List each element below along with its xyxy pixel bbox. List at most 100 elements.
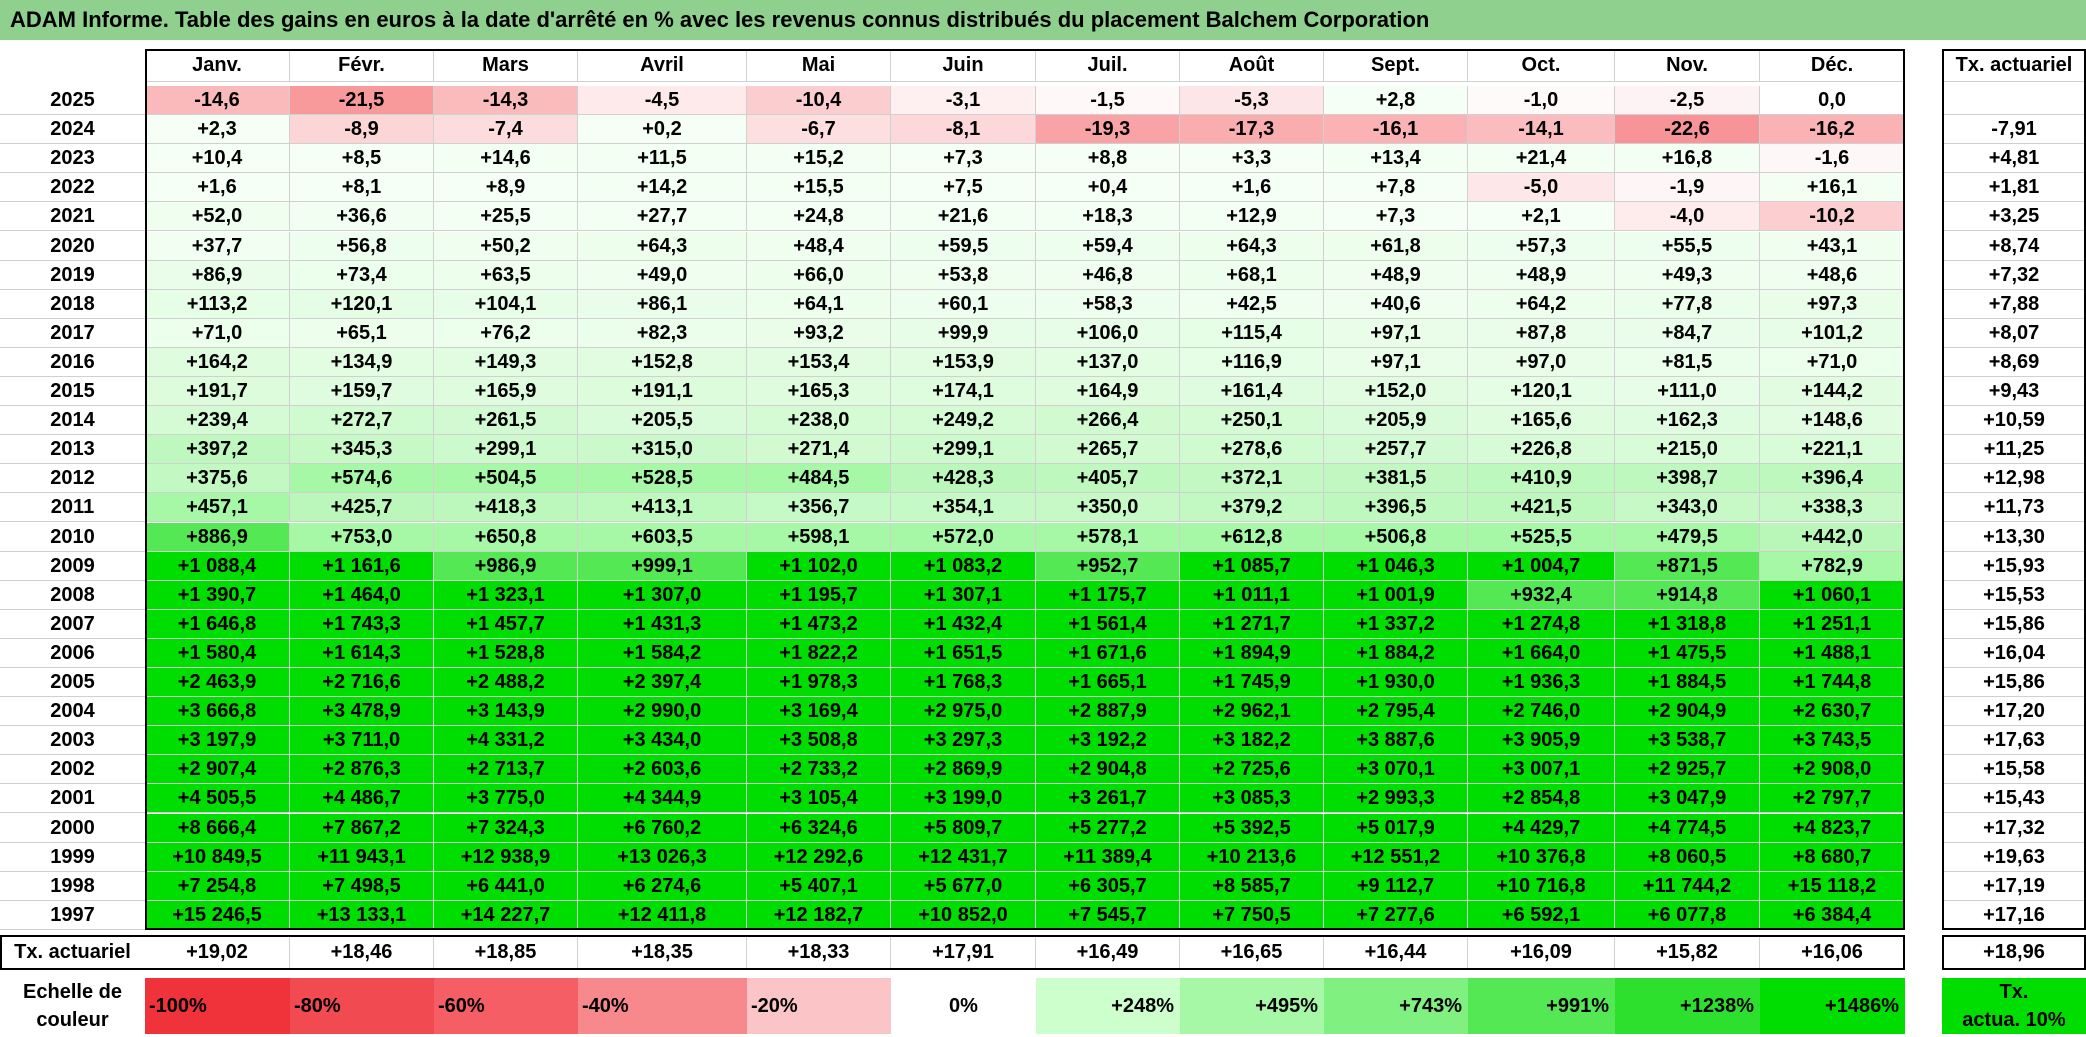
heatmap-cell: +165,9 bbox=[434, 377, 578, 407]
heatmap-cell: +1 651,5 bbox=[891, 638, 1036, 668]
heatmap-cell: +428,3 bbox=[891, 464, 1036, 494]
heatmap-cell: +99,9 bbox=[891, 318, 1036, 348]
heatmap-cell: +12 292,6 bbox=[747, 842, 891, 872]
heatmap-cell: +3 070,1 bbox=[1324, 755, 1468, 785]
heatmap-cell: +914,8 bbox=[1615, 580, 1760, 610]
month-header: Juin bbox=[891, 49, 1036, 82]
heatmap-cell: +3 143,9 bbox=[434, 697, 578, 727]
heatmap-cell: -10,4 bbox=[747, 86, 891, 116]
heatmap-cell: +16,8 bbox=[1615, 144, 1760, 174]
heatmap-cell: +278,6 bbox=[1180, 435, 1324, 465]
heatmap-cell: +239,4 bbox=[145, 406, 290, 436]
heatmap-cell: +265,7 bbox=[1036, 435, 1180, 465]
heatmap-cell: +191,1 bbox=[578, 377, 747, 407]
heatmap-cell: +57,3 bbox=[1468, 231, 1615, 261]
month-header: Avril bbox=[578, 49, 747, 82]
heatmap-cell: +15 118,2 bbox=[1760, 871, 1905, 901]
heatmap-cell: +2 975,0 bbox=[891, 697, 1036, 727]
heatmap-cell: +372,1 bbox=[1180, 464, 1324, 494]
heatmap-cell: +7 750,5 bbox=[1180, 900, 1324, 930]
heatmap-cell: +3 711,0 bbox=[290, 726, 434, 756]
heatmap-cell: +1 646,8 bbox=[145, 609, 290, 639]
heatmap-cell: +2,8 bbox=[1324, 86, 1468, 116]
annual-rate: +17,32 bbox=[1942, 813, 2086, 843]
heatmap-cell: +5 017,9 bbox=[1324, 813, 1468, 843]
heatmap-cell: +405,7 bbox=[1036, 464, 1180, 494]
heatmap-cell: +65,1 bbox=[290, 318, 434, 348]
footer-rate: +18,33 bbox=[747, 934, 891, 970]
heatmap-cell: +10 852,0 bbox=[891, 900, 1036, 930]
heatmap-cell: +164,9 bbox=[1036, 377, 1180, 407]
heatmap-cell: +379,2 bbox=[1180, 493, 1324, 523]
heatmap-cell: +3 261,7 bbox=[1036, 784, 1180, 814]
annual-rate: +17,16 bbox=[1942, 900, 2086, 930]
scale-swatch: -100% bbox=[145, 978, 290, 1034]
heatmap-cell: +986,9 bbox=[434, 551, 578, 581]
year-label: 2005 bbox=[0, 668, 145, 698]
heatmap-cell: +7 545,7 bbox=[1036, 900, 1180, 930]
heatmap-cell: +43,1 bbox=[1760, 231, 1905, 261]
footer-label: Tx. actuariel bbox=[0, 934, 145, 970]
heatmap-cell: +2 925,7 bbox=[1615, 755, 1760, 785]
annual-rate: +16,04 bbox=[1942, 638, 2086, 668]
heatmap-cell: +572,0 bbox=[891, 522, 1036, 552]
year-label: 2022 bbox=[0, 173, 145, 203]
heatmap-cell: +6 760,2 bbox=[578, 813, 747, 843]
annual-rate: +10,59 bbox=[1942, 406, 2086, 436]
heatmap-cell: +14 227,7 bbox=[434, 900, 578, 930]
heatmap-cell: +1 743,3 bbox=[290, 609, 434, 639]
annual-rate: +17,63 bbox=[1942, 726, 2086, 756]
heatmap-cell: +8,8 bbox=[1036, 144, 1180, 174]
heatmap-cell: +64,3 bbox=[1180, 231, 1324, 261]
heatmap-cell: +15 246,5 bbox=[145, 900, 290, 930]
heatmap-cell: +2,1 bbox=[1468, 202, 1615, 232]
heatmap-cell: +1 768,3 bbox=[891, 668, 1036, 698]
heatmap-cell: +12 411,8 bbox=[578, 900, 747, 930]
year-label: 2011 bbox=[0, 493, 145, 523]
heatmap-cell: +4 823,7 bbox=[1760, 813, 1905, 843]
heatmap-cell: +11 744,2 bbox=[1615, 871, 1760, 901]
scale-label-line2: couleur bbox=[36, 1009, 109, 1031]
heatmap-cell: +13,4 bbox=[1324, 144, 1468, 174]
heatmap-cell: +97,1 bbox=[1324, 318, 1468, 348]
year-label: 2009 bbox=[0, 551, 145, 581]
heatmap-cell: -5,3 bbox=[1180, 86, 1324, 116]
year-label: 2001 bbox=[0, 784, 145, 814]
heatmap-cell: +59,5 bbox=[891, 231, 1036, 261]
heatmap-cell: +1 195,7 bbox=[747, 580, 891, 610]
heatmap-cell: +12 551,2 bbox=[1324, 842, 1468, 872]
heatmap-cell: +48,9 bbox=[1324, 260, 1468, 290]
heatmap-cell: +528,5 bbox=[578, 464, 747, 494]
heatmap-cell: +315,0 bbox=[578, 435, 747, 465]
heatmap-cell: +2 887,9 bbox=[1036, 697, 1180, 727]
annual-rate: -7,91 bbox=[1942, 115, 2086, 145]
heatmap-cell: +1 745,9 bbox=[1180, 668, 1324, 698]
heatmap-cell: +21,6 bbox=[891, 202, 1036, 232]
heatmap-cell: +375,6 bbox=[145, 464, 290, 494]
heatmap-cell: +5 277,2 bbox=[1036, 813, 1180, 843]
footer-rate: +16,49 bbox=[1036, 934, 1180, 970]
heatmap-cell: +257,7 bbox=[1324, 435, 1468, 465]
heatmap-cell: +14,2 bbox=[578, 173, 747, 203]
scale-extra-line1: Tx. bbox=[1942, 978, 2086, 1006]
heatmap-cell: +261,5 bbox=[434, 406, 578, 436]
year-label: 2000 bbox=[0, 813, 145, 843]
annual-rate: +1,81 bbox=[1942, 173, 2086, 203]
annual-rate: +9,43 bbox=[1942, 377, 2086, 407]
heatmap-cell: +2,3 bbox=[145, 115, 290, 145]
heatmap-cell: +1 083,2 bbox=[891, 551, 1036, 581]
heatmap-cell: -22,6 bbox=[1615, 115, 1760, 145]
year-label: 2015 bbox=[0, 377, 145, 407]
heatmap-cell: +59,4 bbox=[1036, 231, 1180, 261]
year-label: 2006 bbox=[0, 638, 145, 668]
heatmap-cell: +3 434,0 bbox=[578, 726, 747, 756]
heatmap-cell: +134,9 bbox=[290, 347, 434, 377]
heatmap-cell: +66,0 bbox=[747, 260, 891, 290]
heatmap-cell: +1 473,2 bbox=[747, 609, 891, 639]
heatmap-cell: -14,1 bbox=[1468, 115, 1615, 145]
heatmap-cell: +1 936,3 bbox=[1468, 668, 1615, 698]
heatmap-cell: +442,0 bbox=[1760, 522, 1905, 552]
heatmap-cell: +50,2 bbox=[434, 231, 578, 261]
heatmap-cell: +1 102,0 bbox=[747, 551, 891, 581]
annual-rate: +8,07 bbox=[1942, 318, 2086, 348]
